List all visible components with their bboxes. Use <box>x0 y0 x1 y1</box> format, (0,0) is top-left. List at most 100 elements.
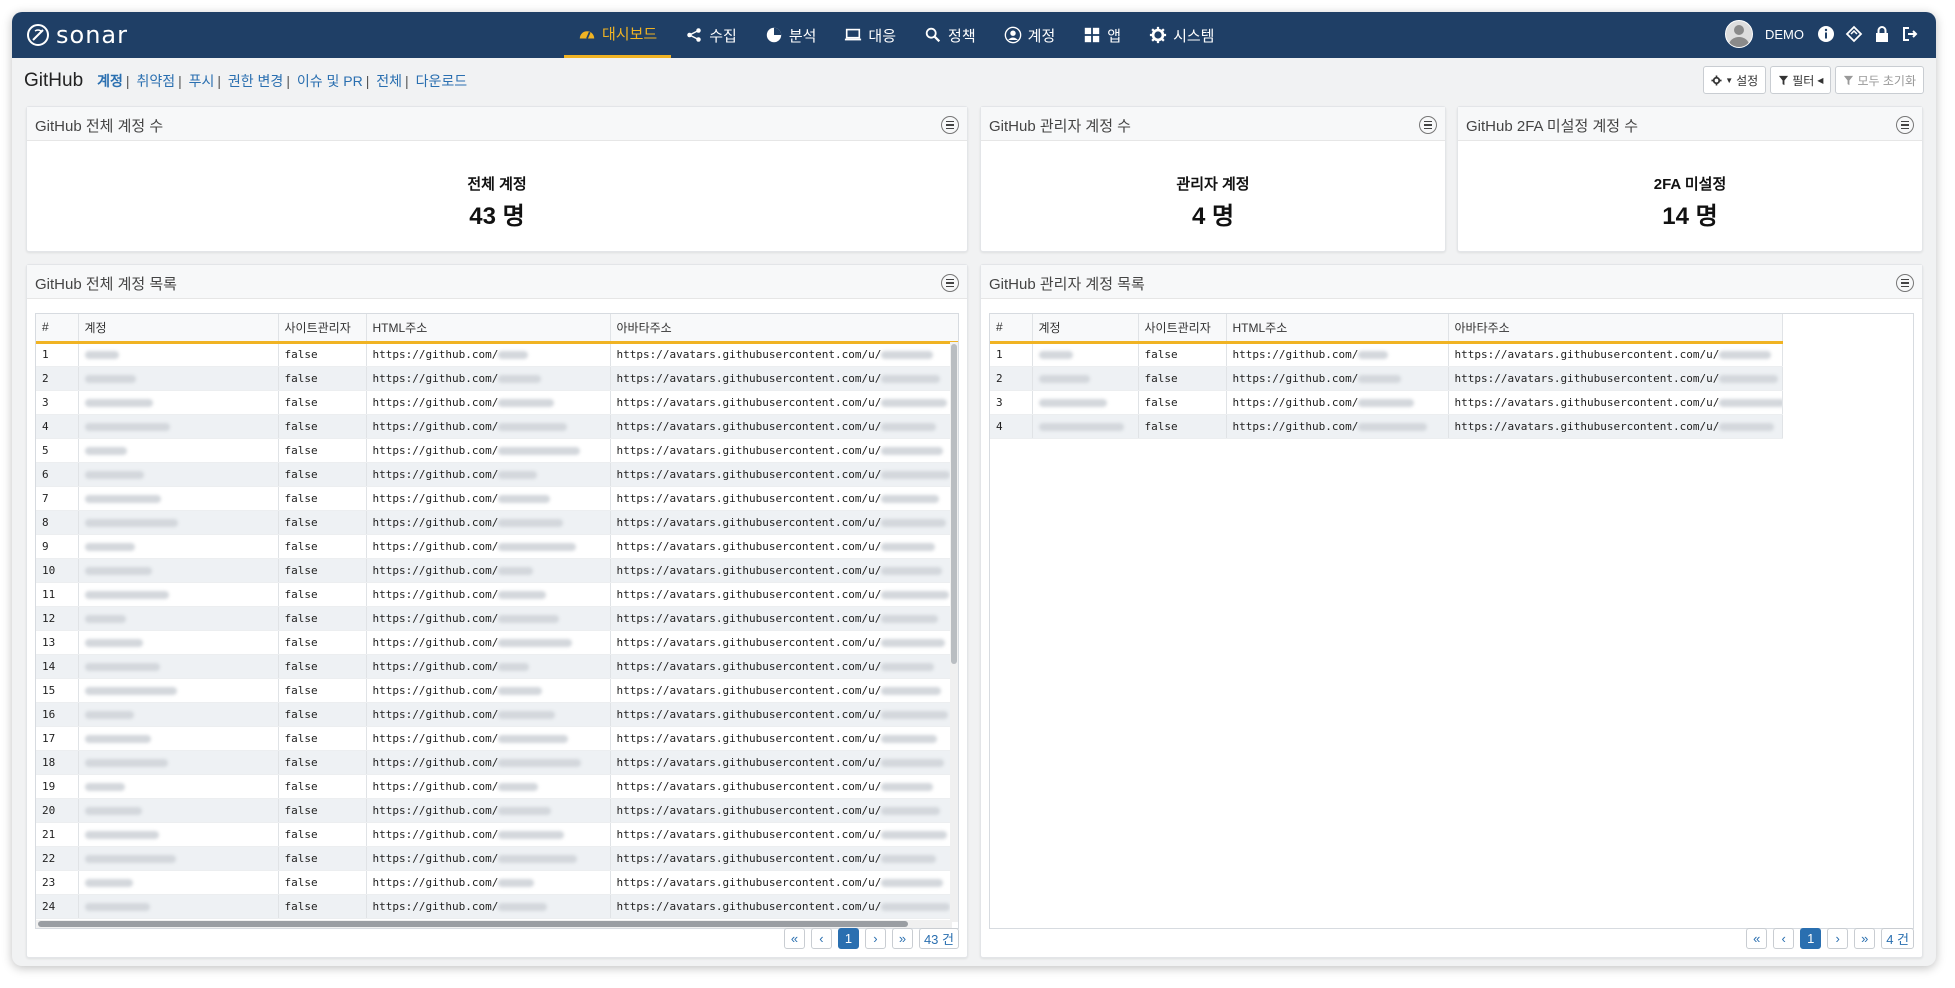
column-header[interactable]: HTML주소 <box>366 314 611 344</box>
tab-download[interactable]: 다운로드 <box>416 73 468 89</box>
pager-last-button[interactable]: » <box>891 928 913 949</box>
avatar[interactable] <box>1725 20 1753 48</box>
table-row[interactable]: 19 false https://github.com/https://avatar… <box>36 774 958 799</box>
html-url-cell[interactable]: https://github.com/ <box>366 726 611 751</box>
avatar-url-cell[interactable]: https://avatars.githubusercontent.com/u/ <box>610 654 958 679</box>
nav-item-analysis[interactable]: 분석 <box>751 12 831 58</box>
pager-prev-button[interactable]: ‹ <box>1773 928 1795 949</box>
table-row[interactable]: 11 false https://github.com/https://avatar… <box>36 582 958 607</box>
html-url-cell[interactable]: https://github.com/ <box>366 654 611 679</box>
avatar-url-cell[interactable]: https://avatars.githubusercontent.com/u/ <box>610 630 958 655</box>
column-header[interactable]: 사이트관리자 <box>278 314 367 344</box>
table-row[interactable]: 18 false https://github.com/https://avatar… <box>36 750 958 775</box>
html-url-cell[interactable]: https://github.com/ <box>366 750 611 775</box>
avatar-url-cell[interactable]: https://avatars.githubusercontent.com/u/ <box>610 822 958 847</box>
html-url-cell[interactable]: https://github.com/ <box>366 486 611 511</box>
table-row[interactable]: 2 false https://github.com/https://avatars… <box>990 366 1783 391</box>
html-url-cell[interactable]: https://github.com/ <box>366 606 611 631</box>
avatar-url-cell[interactable]: https://avatars.githubusercontent.com/u/ <box>610 366 958 391</box>
filter-button[interactable]: 필터 ◀ <box>1770 66 1832 94</box>
table-row[interactable]: 21 false https://github.com/https://avatar… <box>36 822 958 847</box>
avatar-url-cell[interactable]: https://avatars.githubusercontent.com/u/ <box>610 726 958 751</box>
table-row[interactable]: 10 false https://github.com/https://avatar… <box>36 558 958 583</box>
panel-menu-icon[interactable] <box>1896 274 1914 292</box>
html-url-cell[interactable]: https://github.com/ <box>366 774 611 799</box>
tab-push[interactable]: 푸시 <box>189 73 215 89</box>
html-url-cell[interactable]: https://github.com/ <box>366 894 611 919</box>
panel-menu-icon[interactable] <box>941 274 959 292</box>
html-url-cell[interactable]: https://github.com/ <box>366 366 611 391</box>
avatar-url-cell[interactable]: https://avatars.githubusercontent.com/u/ <box>610 390 958 415</box>
table-row[interactable]: 8 false https://github.com/https://avatars… <box>36 510 958 535</box>
tab-issues-pr[interactable]: 이슈 및 PR <box>297 73 363 89</box>
avatar-url-cell[interactable]: https://avatars.githubusercontent.com/u/ <box>610 798 958 823</box>
avatar-url-cell[interactable]: https://avatars.githubusercontent.com/u/ <box>610 678 958 703</box>
table-row[interactable]: 2 false https://github.com/https://avatars… <box>36 366 958 391</box>
avatar-url-cell[interactable]: https://avatars.githubusercontent.com/u/ <box>610 510 958 535</box>
avatar-url-cell[interactable]: https://avatars.githubusercontent.com/u/ <box>610 774 958 799</box>
pager-first-button[interactable]: « <box>783 928 805 949</box>
nav-item-policy[interactable]: 정책 <box>910 12 990 58</box>
admin-accounts-table-container[interactable]: # 계정 사이트관리자 HTML주소 아바타주소 1 false https://githu… <box>989 313 1914 929</box>
avatar-url-cell[interactable]: https://avatars.githubusercontent.com/u/ <box>610 342 958 367</box>
html-url-cell[interactable]: https://github.com/ <box>1226 342 1449 367</box>
html-url-cell[interactable]: https://github.com/ <box>366 438 611 463</box>
html-url-cell[interactable]: https://github.com/ <box>366 630 611 655</box>
pager-first-button[interactable]: « <box>1746 928 1768 949</box>
pager-page-button[interactable]: 1 <box>837 928 859 949</box>
reset-all-button[interactable]: 모두 초기화 <box>1835 66 1924 94</box>
table-row[interactable]: 3 false https://github.com/https://avatars… <box>990 390 1783 415</box>
table-row[interactable]: 22 false https://github.com/https://avatar… <box>36 846 958 871</box>
pager-next-button[interactable]: › <box>864 928 886 949</box>
avatar-url-cell[interactable]: https://avatars.githubusercontent.com/u/ <box>610 846 958 871</box>
avatar-url-cell[interactable]: https://avatars.githubusercontent.com/u/ <box>610 414 958 439</box>
nav-item-apps[interactable]: 앱 <box>1069 12 1135 58</box>
table-row[interactable]: 3 false https://github.com/https://avatars… <box>36 390 958 415</box>
sonar-logo[interactable]: sonar <box>26 21 128 49</box>
pager-prev-button[interactable]: ‹ <box>810 928 832 949</box>
tab-all[interactable]: 전체 <box>376 73 402 89</box>
table-row[interactable]: 23 false https://github.com/https://avatar… <box>36 870 958 895</box>
html-url-cell[interactable]: https://github.com/ <box>1226 414 1449 439</box>
table-row[interactable]: 4 false https://github.com/https://avatars… <box>990 414 1783 439</box>
settings-button[interactable]: ▼ 설정 <box>1703 66 1767 94</box>
table-row[interactable]: 20 false https://github.com/https://avatar… <box>36 798 958 823</box>
avatar-url-cell[interactable]: https://avatars.githubusercontent.com/u/ <box>610 462 958 487</box>
panel-menu-icon[interactable] <box>1896 116 1914 134</box>
html-url-cell[interactable]: https://github.com/ <box>366 414 611 439</box>
panel-menu-icon[interactable] <box>941 116 959 134</box>
table-row[interactable]: 9 false https://github.com/https://avatars… <box>36 534 958 559</box>
tab-vulnerabilities[interactable]: 취약점 <box>136 73 175 89</box>
table-row[interactable]: 13 false https://github.com/https://avatar… <box>36 630 958 655</box>
column-header[interactable]: # <box>990 314 1033 344</box>
html-url-cell[interactable]: https://github.com/ <box>366 462 611 487</box>
nav-item-system[interactable]: 시스템 <box>1135 12 1228 58</box>
nav-item-collect[interactable]: 수집 <box>671 12 751 58</box>
tab-permission-change[interactable]: 권한 변경 <box>228 73 283 89</box>
table-row[interactable]: 17 false https://github.com/https://avatar… <box>36 726 958 751</box>
avatar-url-cell[interactable]: https://avatars.githubusercontent.com/u/ <box>610 702 958 727</box>
table-row[interactable]: 15 false https://github.com/https://avatar… <box>36 678 958 703</box>
column-header[interactable]: 아바타주소 <box>610 314 958 344</box>
avatar-url-cell[interactable]: https://avatars.githubusercontent.com/u/ <box>1448 414 1783 439</box>
nav-item-response[interactable]: 대응 <box>830 12 910 58</box>
html-url-cell[interactable]: https://github.com/ <box>366 510 611 535</box>
ticket-icon[interactable] <box>1844 24 1864 44</box>
html-url-cell[interactable]: https://github.com/ <box>366 798 611 823</box>
column-header[interactable]: 아바타주소 <box>1448 314 1783 344</box>
table-row[interactable]: 1 false https://github.com/https://avatars… <box>990 342 1783 367</box>
vertical-scrollbar[interactable] <box>950 342 958 922</box>
avatar-url-cell[interactable]: https://avatars.githubusercontent.com/u/ <box>610 750 958 775</box>
avatar-url-cell[interactable]: https://avatars.githubusercontent.com/u/ <box>1448 390 1783 415</box>
avatar-url-cell[interactable]: https://avatars.githubusercontent.com/u/ <box>610 438 958 463</box>
horizontal-scrollbar[interactable] <box>36 920 952 928</box>
panel-menu-icon[interactable] <box>1419 116 1437 134</box>
info-icon[interactable] <box>1816 24 1836 44</box>
column-header[interactable]: 사이트관리자 <box>1138 314 1227 344</box>
avatar-url-cell[interactable]: https://avatars.githubusercontent.com/u/ <box>610 894 958 919</box>
table-row[interactable]: 4 false https://github.com/https://avatars… <box>36 414 958 439</box>
avatar-url-cell[interactable]: https://avatars.githubusercontent.com/u/ <box>610 534 958 559</box>
html-url-cell[interactable]: https://github.com/ <box>1226 366 1449 391</box>
table-row[interactable]: 5 false https://github.com/https://avatars… <box>36 438 958 463</box>
tab-accounts[interactable]: 계정 <box>97 73 123 89</box>
